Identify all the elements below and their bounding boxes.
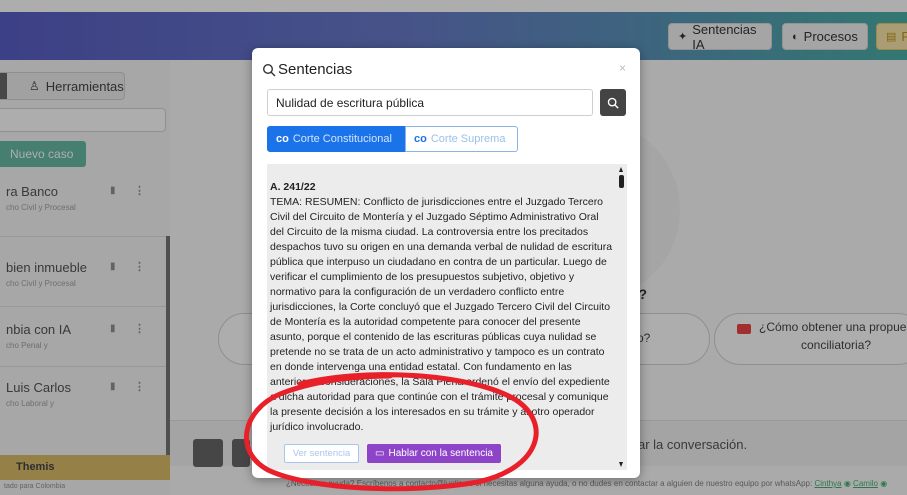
tab-label: Corte Constitucional	[292, 133, 392, 145]
search-icon	[262, 63, 276, 76]
tab-corte-constitucional[interactable]: co Corte Constitucional	[267, 126, 405, 152]
chat-icon: ▭	[375, 448, 385, 459]
result-scrollbar[interactable]	[619, 167, 624, 467]
modal-title-text: Sentencias	[278, 61, 353, 78]
search-button[interactable]	[600, 89, 626, 116]
tab-prefix: co	[414, 133, 427, 145]
search-icon	[607, 97, 619, 109]
search-input[interactable]	[267, 89, 593, 116]
scroll-down-icon[interactable]	[619, 462, 623, 467]
hablar-sentencia-button[interactable]: ▭ Hablar con la sentencia	[367, 444, 501, 463]
close-icon[interactable]: ×	[619, 61, 626, 75]
hablar-label: Hablar con la sentencia	[388, 448, 493, 459]
result-panel: A. 241/22 TEMA: RESUMEN: Conflicto de ju…	[267, 164, 627, 470]
scroll-thumb[interactable]	[619, 175, 624, 188]
tab-label: Corte Suprema	[430, 133, 506, 145]
sentencias-modal: Sentencias × co Corte Constitucional co …	[252, 48, 640, 478]
modal-title: Sentencias	[262, 61, 352, 78]
ver-sentencia-button[interactable]: Ver sentencia	[284, 444, 359, 463]
result-id: A. 241/22	[270, 181, 316, 193]
tab-corte-suprema[interactable]: co Corte Suprema	[405, 126, 518, 152]
scroll-up-icon[interactable]	[619, 167, 623, 172]
result-summary: TEMA: RESUMEN: Conflicto de jurisdiccion…	[270, 196, 613, 433]
tab-prefix: co	[276, 133, 289, 145]
court-tabs: co Corte Constitucional co Corte Suprema	[267, 126, 518, 152]
